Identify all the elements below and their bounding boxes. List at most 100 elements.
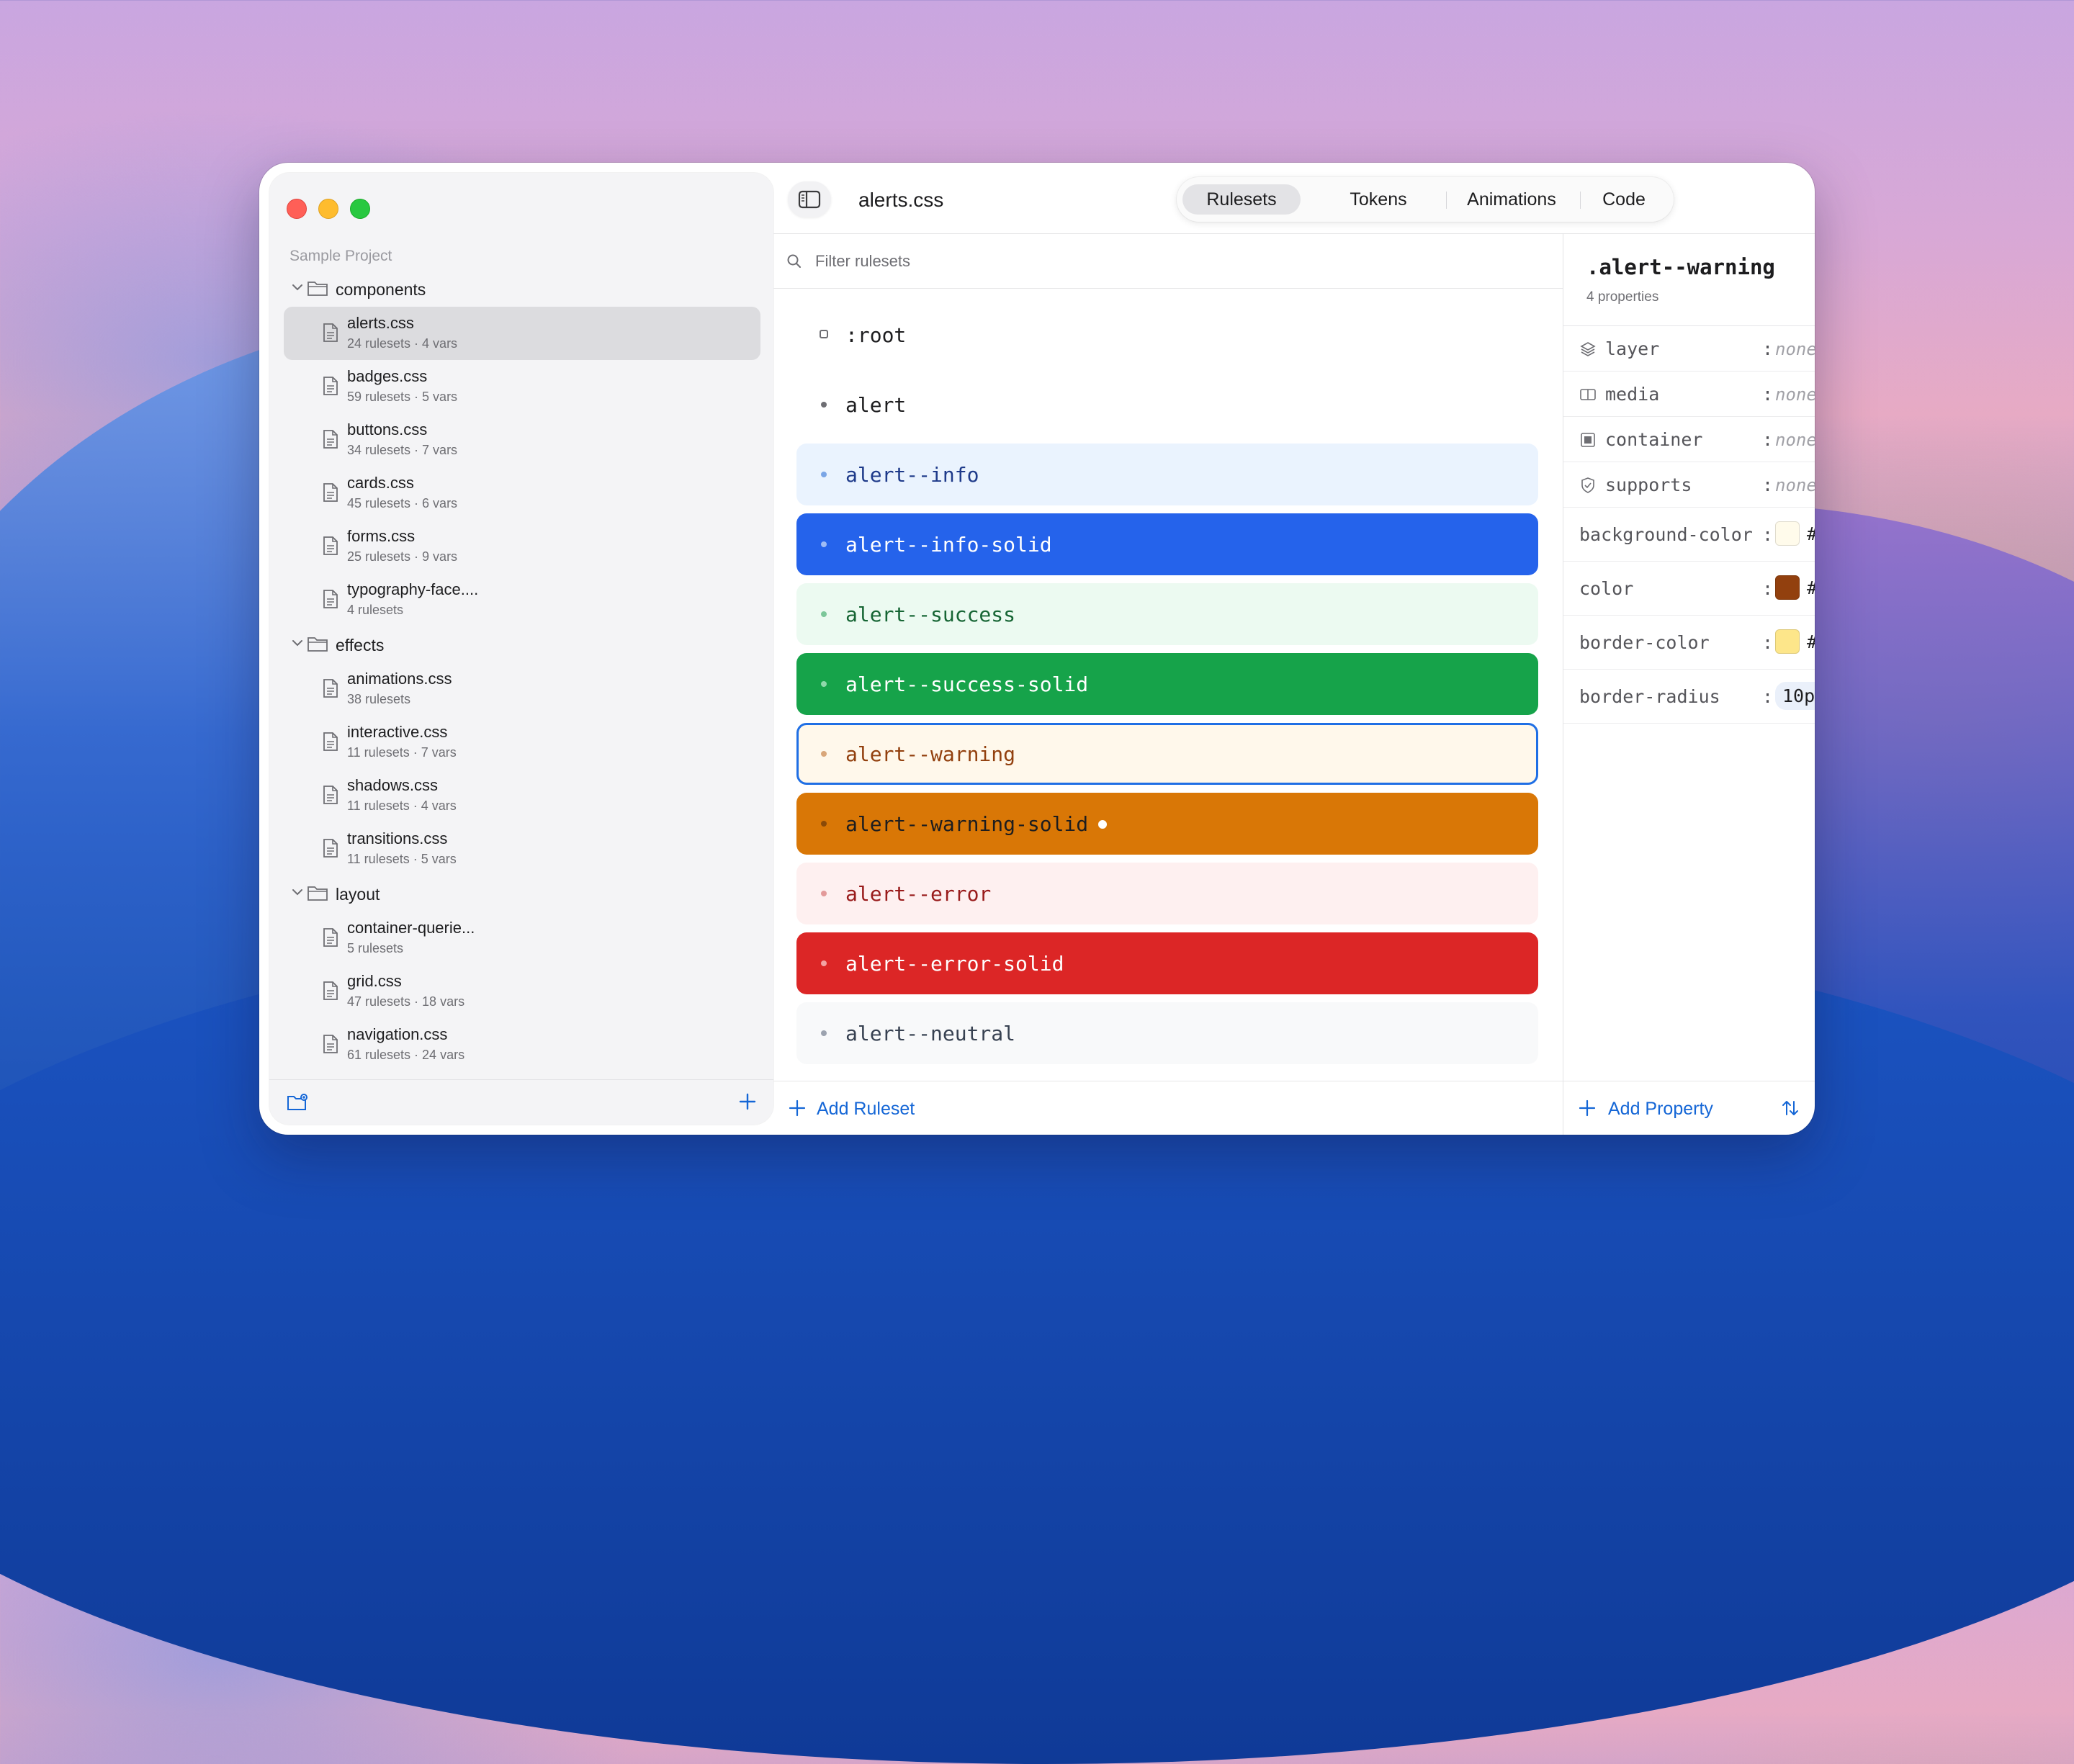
at-rule-value[interactable]: none [1775, 339, 1815, 359]
new-folder-icon[interactable] [287, 1093, 308, 1112]
color-swatch[interactable] [1775, 521, 1800, 546]
at-rule-row[interactable]: supports: none [1563, 462, 1815, 508]
ruleset-name: :root [845, 323, 907, 347]
ruleset-row[interactable]: alert--warning [796, 723, 1538, 785]
file-item[interactable]: shadows.css 11 rulesets · 4 vars [284, 769, 760, 822]
ruleset-row[interactable]: alert--success [796, 583, 1538, 645]
property-row[interactable]: background-color: #fffbeb [1563, 508, 1815, 562]
at-rule-row[interactable]: layer: none [1563, 326, 1815, 372]
ruleset-name: alert--warning-solid [845, 812, 1089, 836]
file-item[interactable]: cards.css 45 rulesets · 6 vars [284, 467, 760, 520]
add-file-icon[interactable] [737, 1092, 758, 1112]
document-icon [323, 927, 338, 948]
property-list: layer: none media: none container: none suppor… [1563, 325, 1815, 724]
document-icon [323, 981, 338, 1001]
ruleset-row[interactable]: alert--info-solid [796, 513, 1538, 575]
ruleset-row[interactable]: alert--neutral [796, 1002, 1538, 1064]
property-row[interactable]: color: #92400e [1563, 562, 1815, 616]
file-item[interactable]: alerts.css 24 rulesets · 4 vars [284, 307, 760, 360]
ruleset-list: :root alert alert--info alert--info-solid al… [796, 304, 1538, 1072]
bullet-icon [821, 751, 827, 757]
bullet-icon [821, 611, 827, 617]
zoom-window-button[interactable] [350, 199, 370, 219]
ruleset-row[interactable]: :root [796, 304, 1538, 366]
filter-bar[interactable]: Filter rulesets [773, 233, 1563, 289]
property-name[interactable]: border-radius [1579, 686, 1720, 707]
close-window-button[interactable] [287, 199, 307, 219]
file-meta: 38 rulesets [347, 692, 411, 706]
property-value[interactable]: #fde68a [1807, 631, 1815, 652]
chevron-down-icon[interactable] [289, 635, 305, 651]
tab-code[interactable]: Code [1584, 184, 1664, 215]
color-swatch[interactable] [1775, 575, 1800, 600]
file-item[interactable]: container-querie... 5 rulesets [284, 912, 760, 965]
at-rule-row[interactable]: media: none [1563, 372, 1815, 417]
add-property-button[interactable]: Add Property [1608, 1099, 1713, 1120]
file-item[interactable]: animations.css 38 rulesets [284, 662, 760, 716]
property-name[interactable]: color [1579, 578, 1633, 599]
colon: : [1762, 384, 1774, 405]
property-value-pill[interactable]: 10px [1775, 682, 1815, 710]
at-rule-row[interactable]: container: none [1563, 417, 1815, 462]
ruleset-row[interactable]: alert--success-solid [796, 653, 1538, 715]
folder-row-2[interactable]: layout [269, 876, 773, 912]
chevron-down-icon[interactable] [289, 884, 305, 900]
file-item[interactable]: navigation.css 61 rulesets · 24 vars [284, 1018, 760, 1071]
sidebar-footer [269, 1079, 773, 1125]
property-value[interactable]: #92400e [1807, 577, 1815, 598]
ruleset-name: alert--error [845, 882, 992, 906]
ruleset-row[interactable]: alert--info [796, 444, 1538, 505]
property-row[interactable]: border-color: #fde68a [1563, 616, 1815, 670]
tab-animations[interactable]: Animations [1449, 184, 1574, 215]
plus-icon[interactable] [1578, 1099, 1597, 1117]
file-item[interactable]: grid.css 47 rulesets · 18 vars [284, 965, 760, 1018]
file-item[interactable]: badges.css 59 rulesets · 5 vars [284, 360, 760, 413]
at-rule-value[interactable]: none [1775, 475, 1815, 495]
sort-icon[interactable] [1781, 1099, 1800, 1117]
file-meta: 59 rulesets · 5 vars [347, 390, 458, 404]
property-name[interactable]: border-color [1579, 632, 1710, 653]
at-rule-value[interactable]: none [1775, 430, 1815, 450]
color-swatch[interactable] [1775, 629, 1800, 654]
ruleset-row[interactable]: alert--warning-solid [796, 793, 1538, 855]
sidebar-icon [798, 190, 821, 209]
document-icon [323, 678, 338, 698]
file-item[interactable]: transitions.css 11 rulesets · 5 vars [284, 822, 760, 876]
supports-icon [1579, 477, 1597, 494]
colon: : [1762, 578, 1774, 599]
tab-tokens[interactable]: Tokens [1319, 184, 1437, 215]
folder-row-1[interactable]: effects [269, 626, 773, 662]
property-name[interactable]: background-color [1579, 524, 1753, 545]
plus-icon[interactable] [788, 1099, 807, 1117]
chevron-down-icon[interactable] [289, 279, 305, 295]
document-icon [323, 536, 338, 556]
property-row[interactable]: border-radius:10px [1563, 670, 1815, 724]
file-item[interactable]: forms.css 25 rulesets · 9 vars [284, 520, 760, 573]
property-value[interactable]: #fffbeb [1807, 523, 1815, 544]
ruleset-name: alert--info [845, 463, 979, 487]
at-rule-value[interactable]: none [1775, 384, 1815, 405]
ruleset-row[interactable]: alert--error [796, 863, 1538, 924]
file-meta: 47 rulesets · 18 vars [347, 994, 465, 1009]
file-tree: components alerts.css 24 rulesets · 4 vars… [269, 271, 773, 1071]
tab-rulesets[interactable]: Rulesets [1182, 184, 1301, 215]
file-item[interactable]: interactive.css 11 rulesets · 7 vars [284, 716, 760, 769]
add-ruleset-button[interactable]: Add Ruleset [817, 1099, 915, 1120]
bullet-icon [821, 891, 827, 896]
document-icon [323, 429, 338, 449]
file-name: badges.css [347, 367, 428, 385]
file-item[interactable]: buttons.css 34 rulesets · 7 vars [284, 413, 760, 467]
colon: : [1762, 474, 1774, 495]
colon: : [1762, 524, 1774, 545]
document-icon [323, 323, 338, 343]
file-item[interactable]: typography-face.... 4 rulesets [284, 573, 760, 626]
colon: : [1762, 632, 1774, 653]
ruleset-row[interactable]: alert--error-solid [796, 932, 1538, 994]
tab-divider [1446, 192, 1447, 209]
ruleset-row[interactable]: alert [796, 374, 1538, 436]
minimize-window-button[interactable] [318, 199, 338, 219]
sidebar-toggle-button[interactable] [788, 181, 831, 217]
folder-row-0[interactable]: components [269, 271, 773, 307]
file-name: animations.css [347, 670, 452, 688]
filter-input[interactable]: Filter rulesets [815, 252, 910, 271]
